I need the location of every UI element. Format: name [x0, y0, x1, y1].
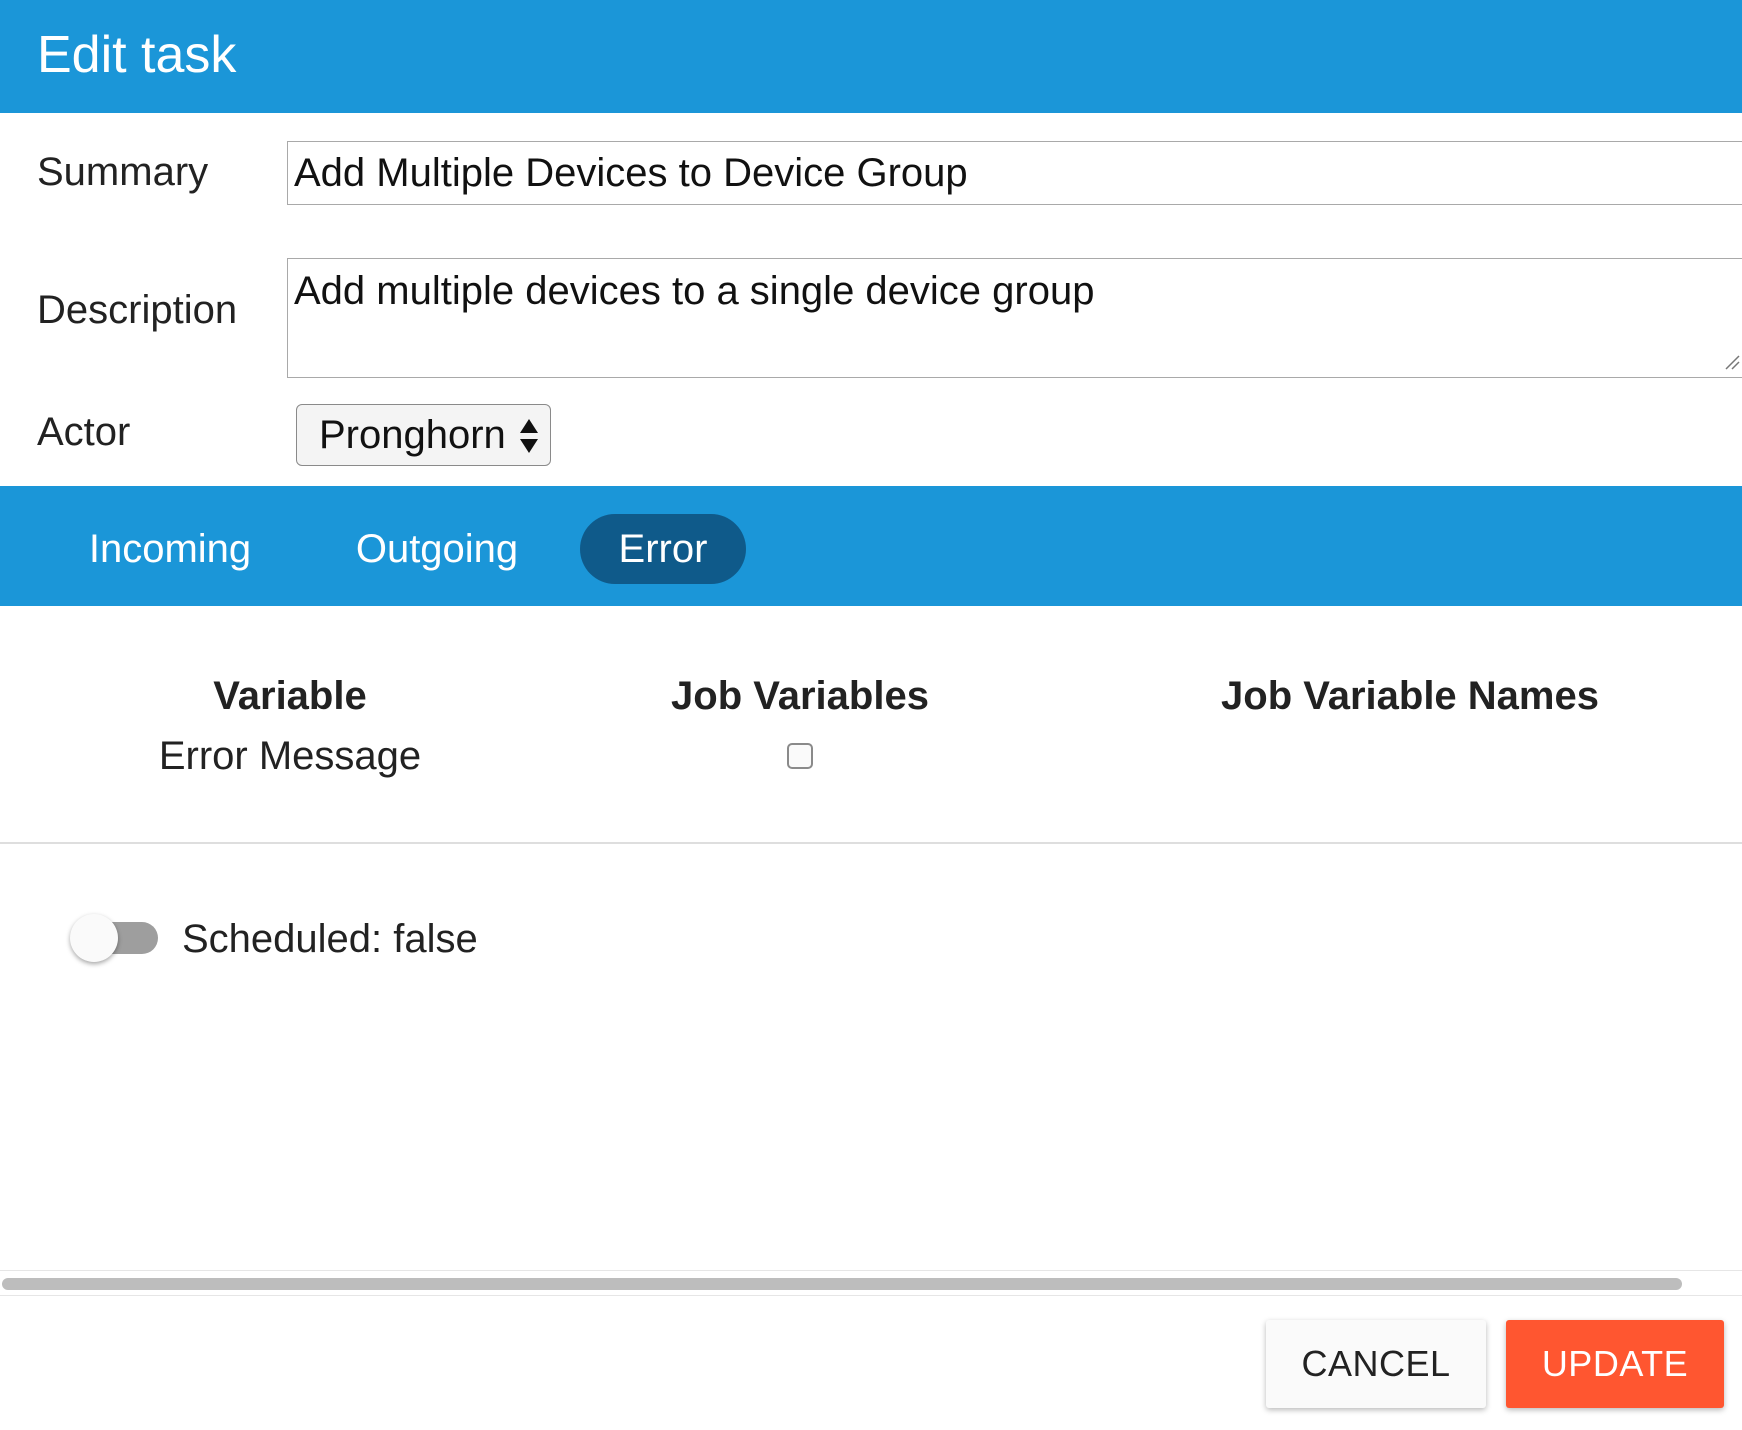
scheduled-toggle-knob[interactable]	[70, 914, 118, 962]
tab-outgoing[interactable]: Outgoing	[336, 514, 538, 584]
column-header-job-variable-names: Job Variable Names	[1221, 674, 1599, 718]
column-header-variable: Variable	[213, 674, 367, 718]
summary-label: Summary	[37, 150, 209, 194]
tab-incoming[interactable]: Incoming	[70, 514, 270, 584]
dialog-header: Edit task	[0, 0, 1742, 113]
scheduled-label: Scheduled: false	[182, 917, 478, 961]
variable-cell: Error Message	[158, 734, 422, 778]
description-textarea[interactable]: Add multiple devices to a single device …	[287, 258, 1742, 378]
job-variable-checkbox[interactable]	[787, 743, 813, 769]
column-header-job-variables: Job Variables	[671, 674, 929, 718]
actor-label: Actor	[37, 410, 131, 454]
actor-select-value: Pronghorn	[319, 413, 506, 457]
dialog-title: Edit task	[37, 26, 237, 84]
update-button[interactable]: UPDATE	[1506, 1320, 1724, 1408]
tab-error[interactable]: Error	[580, 514, 746, 584]
actor-select[interactable]: Pronghorn	[296, 404, 551, 466]
section-divider	[0, 842, 1742, 844]
resize-grip-icon[interactable]	[1724, 354, 1740, 370]
scrollbar-thumb[interactable]	[2, 1278, 1682, 1290]
description-label: Description	[37, 288, 238, 332]
horizontal-scrollbar[interactable]	[0, 1270, 1742, 1296]
summary-input[interactable]	[287, 141, 1742, 205]
updown-arrows-icon	[520, 419, 538, 453]
cancel-button[interactable]: CANCEL	[1266, 1320, 1486, 1408]
tab-bar: Incoming Outgoing Error	[0, 486, 1742, 606]
